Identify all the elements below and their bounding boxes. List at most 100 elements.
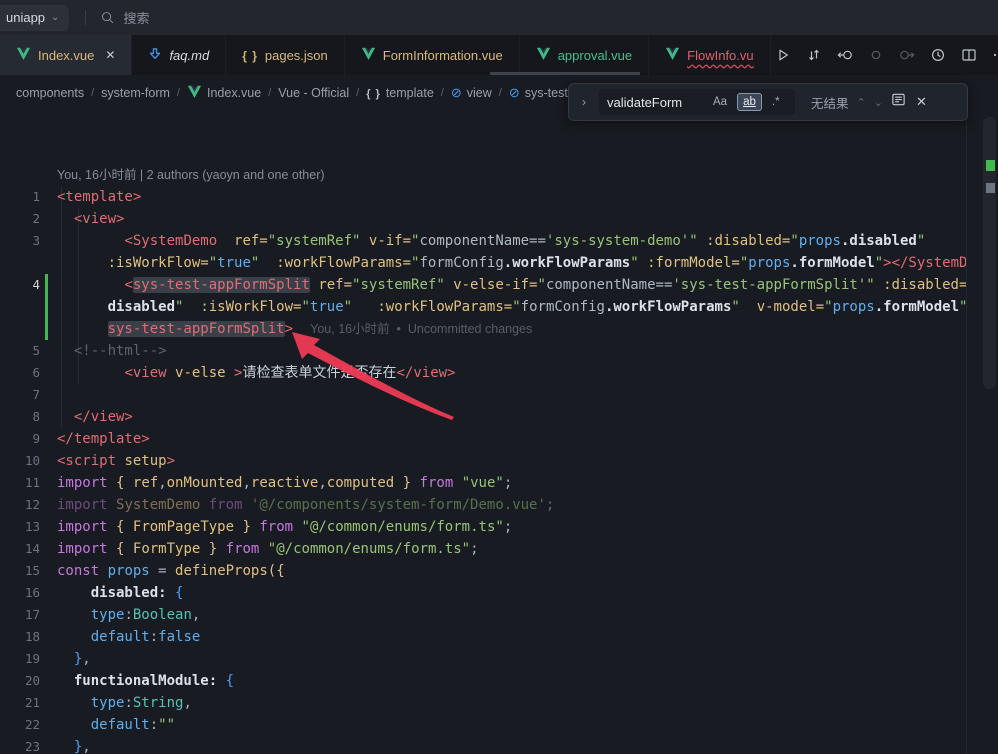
previous-change-button[interactable]: [833, 43, 857, 67]
window-title-bar: uniapp ⌄ 搜索: [0, 0, 998, 35]
tab-forminformation-vue[interactable]: FormInformation.vue: [345, 35, 520, 75]
code-line[interactable]: 20 functionalModule: {: [0, 670, 966, 692]
close-icon[interactable]: ✕: [105, 48, 115, 62]
code-line[interactable]: disabled" :isWorkFlow="true" :workFlowPa…: [0, 296, 966, 318]
line-number: 5: [0, 340, 40, 362]
code-editor[interactable]: You, 16小时前 | 2 authors (yaoyn and one ot…: [0, 111, 966, 754]
breadcrumb-item-index-vue[interactable]: Index.vue: [187, 85, 261, 102]
code-line[interactable]: :isWorkFlow="true" :workFlowParams="form…: [0, 252, 966, 274]
code-line[interactable]: 10<script setup>: [0, 450, 966, 472]
code-line[interactable]: 15const props = defineProps({: [0, 560, 966, 582]
find-results-count: 无结果: [811, 93, 849, 112]
find-input[interactable]: [607, 95, 703, 110]
line-number: 12: [0, 494, 40, 516]
git-modified-gutter: [45, 274, 48, 296]
breadcrumb-separator: /: [356, 87, 359, 99]
breadcrumb-item-system-form[interactable]: system-form: [101, 86, 170, 100]
code-line[interactable]: 18 default:false: [0, 626, 966, 648]
regex-button[interactable]: .*: [766, 93, 786, 111]
tab-label: FormInformation.vue: [383, 48, 503, 63]
code-line[interactable]: 8 </view>: [0, 406, 966, 428]
editor-pane: components / system-form / Index.vue / Vue - O…: [0, 75, 998, 754]
line-number: 9: [0, 428, 40, 450]
code-line[interactable]: 2 <view>: [0, 208, 966, 230]
more-actions-button[interactable]: [988, 43, 998, 67]
vue-icon: [665, 47, 680, 64]
modified-line-marker: [986, 160, 995, 171]
breadcrumb-item-template[interactable]: { }template: [366, 86, 434, 100]
breadcrumb-item-view[interactable]: ⊘view: [451, 85, 492, 101]
code-line[interactable]: 19 },: [0, 648, 966, 670]
tab-faq-md[interactable]: faq.md: [132, 35, 226, 75]
tab-label: pages.json: [265, 48, 328, 63]
tab-pages-json[interactable]: { }pages.json: [226, 35, 345, 75]
code-line[interactable]: 21 type:String,: [0, 692, 966, 714]
tab-label: approval.vue: [558, 48, 632, 63]
global-search[interactable]: 搜索: [100, 8, 149, 27]
toggle-replace-button[interactable]: ›: [577, 95, 591, 109]
code-text: sys-test-appFormSplit> You, 16小时前 • Unco…: [40, 318, 532, 340]
code-text: [40, 384, 57, 406]
git-modified-gutter: [45, 296, 48, 318]
breadcrumb-separator: /: [177, 87, 180, 99]
code-line[interactable]: 9</template>: [0, 428, 966, 450]
previous-match-button[interactable]: ⌃: [857, 96, 866, 109]
breadcrumb-item-components[interactable]: components: [16, 86, 84, 100]
tab-label: faq.md: [169, 48, 209, 63]
code-text: import { ref,onMounted,reactive,computed…: [40, 472, 512, 494]
find-input-box[interactable]: Aa ab .*: [599, 89, 795, 115]
close-icon[interactable]: ✕: [916, 94, 927, 110]
line-number: 15: [0, 560, 40, 582]
code-line[interactable]: 13import { FromPageType } from "@/common…: [0, 516, 966, 538]
code-text: disabled" :isWorkFlow="true" :workFlowPa…: [40, 296, 966, 318]
whole-word-button[interactable]: ab: [737, 93, 762, 111]
code-line[interactable]: 12import SystemDemo from '@/components/s…: [0, 494, 966, 516]
split-editor-button[interactable]: [957, 43, 981, 67]
code-line[interactable]: You, 16小时前 | 2 authors (yaoyn and one ot…: [0, 164, 966, 186]
code-line[interactable]: 6 <view v-else >请检查表单文件是否存在</view>: [0, 362, 966, 384]
tab-approval-vue[interactable]: approval.vue: [520, 35, 649, 75]
search-label: 搜索: [123, 8, 149, 27]
code-line[interactable]: 14import { FormType } from "@/common/enu…: [0, 538, 966, 560]
app-menu-button[interactable]: uniapp ⌄: [0, 5, 69, 31]
overview-ruler[interactable]: [966, 111, 998, 754]
tab-flowinfo-vu[interactable]: FlowInfo.vu: [649, 35, 770, 75]
line-number: [0, 318, 40, 340]
line-number: 18: [0, 626, 40, 648]
code-line[interactable]: 7: [0, 384, 966, 406]
occurrence-marker: [986, 183, 995, 193]
code-text: },: [40, 736, 91, 754]
code-line[interactable]: 5 <!--html-->: [0, 340, 966, 362]
breadcrumb-separator: /: [91, 87, 94, 99]
code-line[interactable]: 11import { ref,onMounted,reactive,comput…: [0, 472, 966, 494]
code-line[interactable]: 4 <sys-test-appFormSplit ref="systemRef"…: [0, 274, 966, 296]
line-number: 23: [0, 736, 40, 754]
code-text: default:false: [40, 626, 200, 648]
code-line[interactable]: sys-test-appFormSplit> You, 16小时前 • Unco…: [0, 318, 966, 340]
scrollbar-thumb[interactable]: [983, 117, 996, 389]
code-line[interactable]: 17 type:Boolean,: [0, 604, 966, 626]
code-line[interactable]: 23 },: [0, 736, 966, 754]
line-number: 14: [0, 538, 40, 560]
next-match-button[interactable]: ⌄: [874, 96, 883, 109]
code-text: <sys-test-appFormSplit ref="systemRef" v…: [40, 274, 966, 296]
history-button[interactable]: [926, 43, 950, 67]
tab-index-vue[interactable]: Index.vue ✕: [0, 35, 132, 75]
line-number: 3: [0, 230, 40, 252]
git-compare-button[interactable]: [802, 43, 826, 67]
match-case-button[interactable]: Aa: [707, 93, 733, 111]
line-number: 13: [0, 516, 40, 538]
run-button[interactable]: [771, 43, 795, 67]
breadcrumb-item-vue-official[interactable]: Vue - Official: [278, 86, 349, 100]
line-number: 11: [0, 472, 40, 494]
line-number: 8: [0, 406, 40, 428]
code-line[interactable]: 3 <SystemDemo ref="systemRef" v-if="comp…: [0, 230, 966, 252]
tab-label: Index.vue: [38, 48, 94, 63]
breadcrumb-separator: /: [499, 87, 502, 99]
code-text: <!--html-->: [40, 340, 167, 362]
editor-tab-bar: Index.vue ✕ faq.md { }pages.json FormInforma…: [0, 35, 998, 75]
find-in-selection-button[interactable]: [891, 92, 906, 112]
code-line[interactable]: 1<template>: [0, 186, 966, 208]
code-line[interactable]: 22 default:"": [0, 714, 966, 736]
code-line[interactable]: 16 disabled: {: [0, 582, 966, 604]
